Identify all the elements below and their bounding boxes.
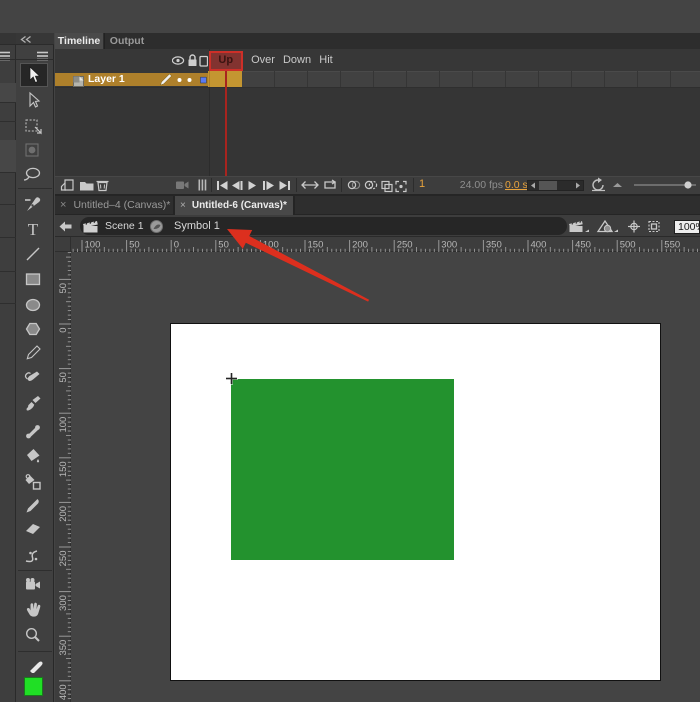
svg-text:250: 250 xyxy=(58,551,69,567)
svg-text:T: T xyxy=(28,220,39,239)
svg-text:400: 400 xyxy=(58,684,69,700)
svg-text:300: 300 xyxy=(58,595,69,611)
svg-text:50: 50 xyxy=(58,283,69,294)
svg-text:0: 0 xyxy=(58,328,69,333)
svg-text:50: 50 xyxy=(58,372,69,383)
svg-text:150: 150 xyxy=(58,461,69,477)
svg-text:350: 350 xyxy=(58,640,69,656)
svg-text:100: 100 xyxy=(58,417,69,433)
svg-text:200: 200 xyxy=(58,506,69,522)
svg-text:0: 0 xyxy=(174,240,179,251)
